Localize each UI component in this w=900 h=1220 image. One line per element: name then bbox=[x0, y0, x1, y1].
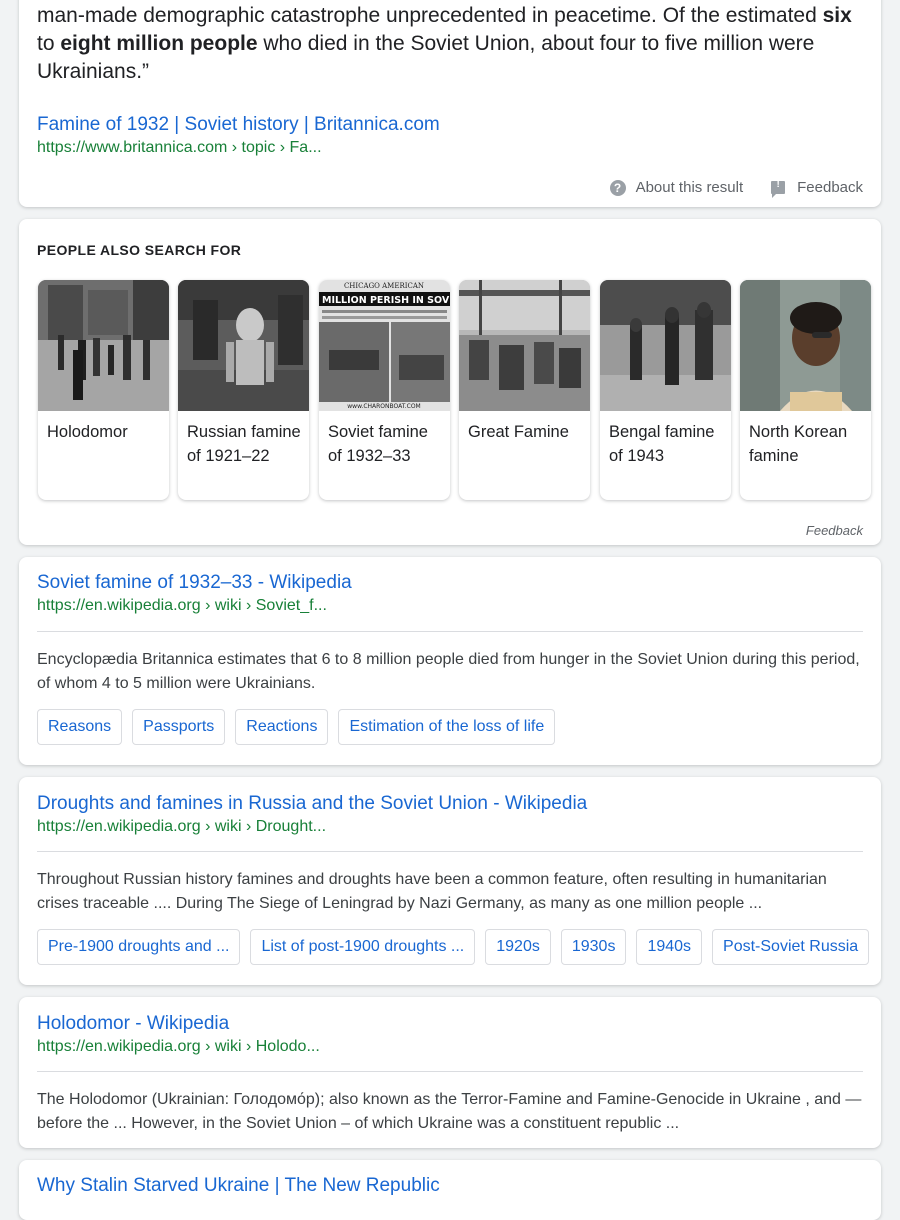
snippet-bold: six bbox=[822, 4, 852, 27]
result-snippet: The Holodomor (Ukrainian: Голодомо́р); a… bbox=[37, 1091, 862, 1132]
newspaper-masthead: CHICAGO AMERICAN bbox=[344, 282, 424, 290]
feedback-link[interactable]: Feedback bbox=[797, 179, 863, 196]
chip-post-1900[interactable]: List of post-1900 droughts ... bbox=[250, 929, 476, 965]
pasf-label: North Korean famine bbox=[749, 423, 848, 465]
result-divider bbox=[37, 851, 863, 852]
north-korean-famine-photo bbox=[740, 280, 871, 411]
newspaper-footer: www.CHARONBOAT.COM bbox=[347, 403, 420, 410]
pasf-feedback-link[interactable]: Feedback bbox=[806, 523, 863, 538]
result-title-link[interactable]: Famine of 1932 | Soviet history | Britan… bbox=[37, 114, 440, 136]
pasf-label: Soviet famine of 1932–33 bbox=[328, 423, 428, 465]
result-snippet: Throughout Russian history famines and d… bbox=[37, 871, 827, 912]
pasf-tile-soviet-famine[interactable]: CHICAGO AMERICAN MILLION PERISH IN SOVIE… bbox=[319, 280, 450, 500]
about-this-result-link[interactable]: About this result bbox=[636, 179, 744, 196]
about-row: ? About this result Feedback bbox=[609, 179, 863, 198]
snippet-text: to bbox=[37, 32, 61, 55]
chip-pre-1900[interactable]: Pre-1900 droughts and ... bbox=[37, 929, 241, 965]
pasf-tile-bengal-famine[interactable]: Bengal famine of 1943 bbox=[600, 280, 731, 500]
bengal-famine-photo bbox=[600, 280, 731, 411]
feedback-icon bbox=[771, 179, 786, 198]
result-divider bbox=[37, 631, 863, 632]
chip-estimation[interactable]: Estimation of the loss of life bbox=[338, 709, 556, 745]
result-url[interactable]: https://en.wikipedia.org › wiki › Drough… bbox=[37, 818, 326, 836]
result-snippet: Encyclopædia Britannica estimates that 6… bbox=[37, 651, 860, 692]
result-title-link[interactable]: Droughts and famines in Russia and the S… bbox=[37, 793, 587, 815]
newspaper-photo: CHICAGO AMERICAN MILLION PERISH IN SOVIE… bbox=[319, 280, 450, 411]
help-icon: ? bbox=[609, 179, 626, 196]
result-title-link[interactable]: Holodomor - Wikipedia bbox=[37, 1013, 229, 1035]
chip-1930s[interactable]: 1930s bbox=[560, 929, 627, 965]
featured-snippet: man-made demographic catastrophe unprece… bbox=[37, 2, 867, 86]
result-divider bbox=[37, 1071, 863, 1072]
result-url[interactable]: https://en.wikipedia.org › wiki › Soviet… bbox=[37, 597, 327, 615]
chip-post-soviet[interactable]: Post-Soviet Russia bbox=[712, 929, 870, 965]
pasf-tile-russian-famine[interactable]: Russian famine of 1921–22 bbox=[178, 280, 309, 500]
top-result-card: man-made demographic catastrophe unprece… bbox=[19, 0, 881, 207]
people-also-search-card: PEOPLE ALSO SEARCH FOR Holodomor Russian… bbox=[19, 219, 881, 545]
pasf-tile-north-korean-famine[interactable]: North Korean famine bbox=[740, 280, 871, 500]
sitelink-chips: Pre-1900 droughts and ... List of post-1… bbox=[37, 929, 870, 965]
holodomor-photo bbox=[38, 280, 169, 411]
chip-reactions[interactable]: Reactions bbox=[235, 709, 329, 745]
snippet-text: man-made demographic catastrophe unprece… bbox=[37, 4, 823, 27]
pasf-label: Holodomor bbox=[47, 423, 128, 441]
chip-passports[interactable]: Passports bbox=[132, 709, 226, 745]
pasf-label: Bengal famine of 1943 bbox=[609, 423, 715, 465]
result-card: Soviet famine of 1932–33 - Wikipedia htt… bbox=[19, 557, 881, 765]
newspaper-headline: MILLION PERISH IN SOVIET F bbox=[322, 295, 450, 306]
pasf-tile-great-famine[interactable]: Great Famine bbox=[459, 280, 590, 500]
result-title-link[interactable]: Why Stalin Starved Ukraine | The New Rep… bbox=[37, 1175, 440, 1197]
result-url[interactable]: https://www.britannica.com › topic › Fa.… bbox=[37, 139, 322, 157]
result-card: Holodomor - Wikipedia https://en.wikiped… bbox=[19, 997, 881, 1148]
pasf-label: Great Famine bbox=[468, 423, 569, 441]
pasf-heading: PEOPLE ALSO SEARCH FOR bbox=[37, 242, 242, 258]
chip-reasons[interactable]: Reasons bbox=[37, 709, 123, 745]
pasf-tile-holodomor[interactable]: Holodomor bbox=[38, 280, 169, 500]
russian-famine-photo bbox=[178, 280, 309, 411]
great-famine-engraving bbox=[459, 280, 590, 411]
result-url[interactable]: https://en.wikipedia.org › wiki › Holodo… bbox=[37, 1038, 320, 1056]
chip-1920s[interactable]: 1920s bbox=[485, 929, 551, 965]
chip-1940s[interactable]: 1940s bbox=[636, 929, 703, 965]
pasf-label: Russian famine of 1921–22 bbox=[187, 423, 301, 465]
result-title-link[interactable]: Soviet famine of 1932–33 - Wikipedia bbox=[37, 572, 352, 594]
result-card: Droughts and famines in Russia and the S… bbox=[19, 777, 881, 985]
snippet-bold: eight million people bbox=[60, 32, 258, 55]
sitelink-chips: Reasons Passports Reactions Estimation o… bbox=[37, 709, 556, 745]
result-card: Why Stalin Starved Ukraine | The New Rep… bbox=[19, 1160, 881, 1220]
